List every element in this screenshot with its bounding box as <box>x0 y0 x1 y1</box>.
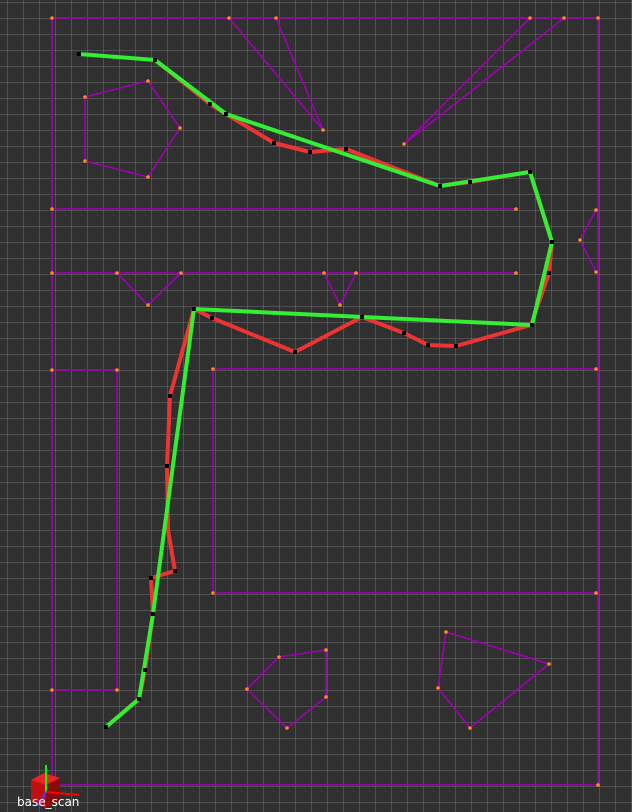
pentagon-top-left <box>84 80 181 178</box>
right-notch <box>579 209 597 273</box>
scene-canvas[interactable] <box>0 0 632 812</box>
obstacle-polygons <box>51 17 599 786</box>
upper-wedge-left <box>228 17 324 131</box>
notch-left <box>116 272 182 307</box>
outer-wall-top <box>52 17 599 785</box>
left-column <box>52 369 118 691</box>
obstacle-vertices <box>50 16 600 787</box>
upper-wedge-right <box>403 17 565 145</box>
reference-path <box>77 52 554 729</box>
waypoint-markers <box>77 52 554 729</box>
notch-mid <box>323 272 357 307</box>
rviz-3d-viewport[interactable]: base_scan <box>0 0 632 812</box>
pentagon-bottom-mid <box>245 649 327 730</box>
outer-wall-left <box>51 18 598 786</box>
shelf-line-1 <box>52 208 517 210</box>
planned-path <box>104 58 554 729</box>
frame-label: base_scan <box>17 795 80 809</box>
center-block <box>212 368 596 594</box>
pentagon-bottom-right <box>437 630 551 730</box>
